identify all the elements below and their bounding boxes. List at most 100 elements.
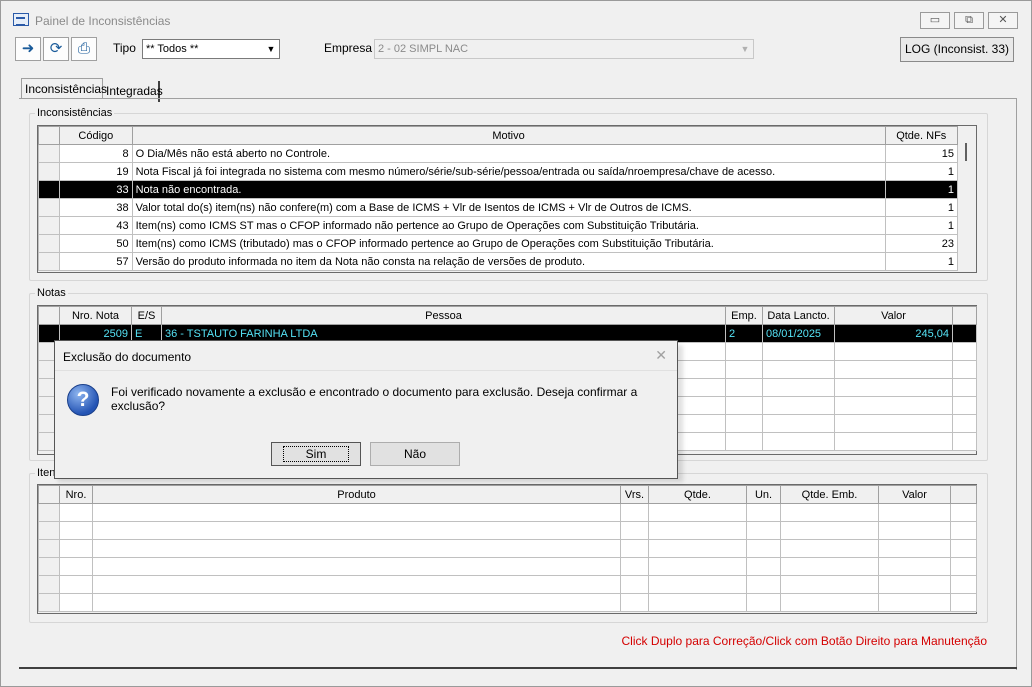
- col-valor[interactable]: Valor: [878, 485, 951, 504]
- table-header-row: Código Motivo Qtde. NFs: [37, 126, 958, 145]
- empresa-select-value: 2 - 02 SIMPL NAC: [378, 43, 469, 55]
- table-header-row: Nro. Produto Vrs. Qtde. Un. Qtde. Emb. V…: [38, 485, 977, 504]
- empty-row: [38, 539, 977, 558]
- empresa-select[interactable]: 2 - 02 SIMPL NAC ▼: [374, 39, 754, 59]
- itens-table: Nro. Produto Vrs. Qtde. Un. Qtde. Emb. V…: [38, 485, 977, 612]
- col-vrs[interactable]: Vrs.: [620, 485, 649, 504]
- col-filler: [952, 306, 977, 325]
- row-indicator: [37, 180, 61, 199]
- col-motivo[interactable]: Motivo: [131, 126, 886, 145]
- tipo-select-value: ** Todos **: [146, 43, 199, 55]
- dialog-title-bar: Exclusão do documento ✕: [55, 341, 677, 371]
- col-qtde-emb[interactable]: Qtde. Emb.: [780, 485, 879, 504]
- confirm-dialog: Exclusão do documento ✕ ? Foi verificado…: [54, 340, 678, 479]
- row-indicator: [37, 216, 61, 235]
- col-emp[interactable]: Emp.: [725, 306, 763, 325]
- empresa-label: Empresa: [324, 41, 373, 55]
- refresh-icon[interactable]: ⟳: [43, 37, 69, 61]
- footer-hint: Click Duplo para Correção/Click com Botã…: [621, 634, 988, 648]
- chevron-down-icon[interactable]: ▼: [263, 40, 279, 58]
- table-row[interactable]: 8O Dia/Mês não está aberto no Controle. 1…: [37, 144, 958, 163]
- cell-qtde: 1: [884, 216, 958, 235]
- window-title: Painel de Inconsistências: [35, 14, 171, 28]
- tab-content-border-bottom: [19, 667, 1017, 669]
- cell-codigo: 50: [59, 234, 133, 253]
- empty-row: [38, 575, 977, 594]
- minimize-button[interactable]: ▭: [920, 12, 950, 29]
- col-qtde[interactable]: Qtde.: [648, 485, 747, 504]
- col-nro-nota[interactable]: Nro. Nota: [59, 306, 132, 325]
- cell-data: 08/01/2025: [762, 324, 835, 343]
- close-button[interactable]: ✕: [988, 12, 1018, 29]
- col-produto[interactable]: Produto: [92, 485, 621, 504]
- col-data-lancto[interactable]: Data Lancto.: [762, 306, 835, 325]
- title-bar: Painel de Inconsistências ▭ ⧉ ✕: [1, 1, 1031, 33]
- cell-motivo: Nota não encontrada.: [131, 180, 886, 199]
- yes-button-label: Sim: [282, 446, 350, 462]
- inconsistencias-table: Código Motivo Qtde. NFs 8O Dia/Mês não e…: [37, 126, 958, 271]
- log-button[interactable]: LOG (Inconsist. 33): [900, 37, 1014, 62]
- inconsistencias-scrollbar[interactable]: [958, 126, 976, 272]
- table-row[interactable]: 38 Valor total do(s) item(ns) não confere…: [37, 198, 958, 217]
- tab-content-border-right: [1016, 98, 1017, 670]
- cell-qtde: 23: [884, 234, 958, 253]
- col-filler: [950, 485, 977, 504]
- scrollbar-thumb[interactable]: [965, 143, 967, 161]
- cell-codigo: 8: [59, 144, 133, 163]
- app-icon: [13, 13, 29, 26]
- cell-codigo: 43: [59, 216, 133, 235]
- col-qtde-nfs[interactable]: Qtde. NFs: [884, 126, 958, 145]
- empty-row: [38, 593, 977, 612]
- notas-title: Notas: [35, 287, 68, 299]
- table-row[interactable]: 50 Item(ns) como ICMS (tributado) mas o C…: [37, 234, 958, 253]
- tipo-label: Tipo: [113, 41, 136, 55]
- cell-motivo: Item(ns) como ICMS (tributado) mas o CFO…: [131, 234, 886, 253]
- tab-inconsistencias[interactable]: Inconsistências: [21, 78, 107, 99]
- empty-row: [38, 503, 977, 522]
- inconsistencias-title: Inconsistências: [35, 107, 115, 119]
- cell-motivo: Valor total do(s) item(ns) não confere(m…: [131, 198, 886, 217]
- cell-qtde: 1: [884, 252, 958, 271]
- row-indicator: [37, 252, 61, 271]
- row-indicator-header: [38, 306, 60, 325]
- table-row[interactable]: 57 Versão do produto informada no item da…: [37, 252, 958, 271]
- cell-qtde: 15: [884, 144, 958, 163]
- cell-emp: 2: [725, 324, 763, 343]
- col-valor[interactable]: Valor: [834, 306, 953, 325]
- no-button[interactable]: Não: [370, 442, 460, 466]
- col-nro[interactable]: Nro.: [59, 485, 93, 504]
- print-icon[interactable]: ⎙: [71, 37, 97, 61]
- col-codigo[interactable]: Código: [59, 126, 133, 145]
- close-icon[interactable]: ✕: [655, 347, 667, 364]
- tipo-select[interactable]: ** Todos ** ▼: [142, 39, 280, 59]
- cell-valor: 245,04: [834, 324, 953, 343]
- chevron-down-icon: ▼: [740, 44, 750, 54]
- empty-row: [38, 557, 977, 576]
- col-un[interactable]: Un.: [746, 485, 781, 504]
- table-row[interactable]: 19 Nota Fiscal já foi integrada no sistem…: [37, 162, 958, 181]
- maximize-button[interactable]: ⧉: [954, 12, 984, 29]
- row-indicator: [37, 144, 61, 163]
- col-es[interactable]: E/S: [131, 306, 162, 325]
- table-header-row: Nro. Nota E/S Pessoa Emp. Data Lancto. V…: [38, 306, 977, 325]
- dialog-title: Exclusão do documento: [63, 350, 192, 364]
- row-indicator: [37, 162, 61, 181]
- exit-icon[interactable]: ➜: [15, 37, 41, 61]
- col-pessoa[interactable]: Pessoa: [161, 306, 726, 325]
- row-indicator: [37, 198, 61, 217]
- yes-button[interactable]: Sim: [271, 442, 361, 466]
- empty-row: [38, 521, 977, 540]
- cell-motivo: O Dia/Mês não está aberto no Controle.: [131, 144, 886, 163]
- table-row[interactable]: 33 Nota não encontrada. 1: [37, 180, 958, 199]
- dialog-message: Foi verificado novamente a exclusão e en…: [111, 385, 638, 413]
- cell-codigo: 57: [59, 252, 133, 271]
- cell-qtde: 1: [884, 162, 958, 181]
- cell-motivo: Nota Fiscal já foi integrada no sistema …: [131, 162, 886, 181]
- cell-codigo: 33: [59, 180, 133, 199]
- tab-content-border: [19, 98, 1017, 99]
- table-row[interactable]: 43 Item(ns) como ICMS ST mas o CFOP infor…: [37, 216, 958, 235]
- cell-qtde: 1: [884, 180, 958, 199]
- cell-qtde: 1: [884, 198, 958, 217]
- cell-codigo: 19: [59, 162, 133, 181]
- row-indicator-header: [37, 126, 61, 145]
